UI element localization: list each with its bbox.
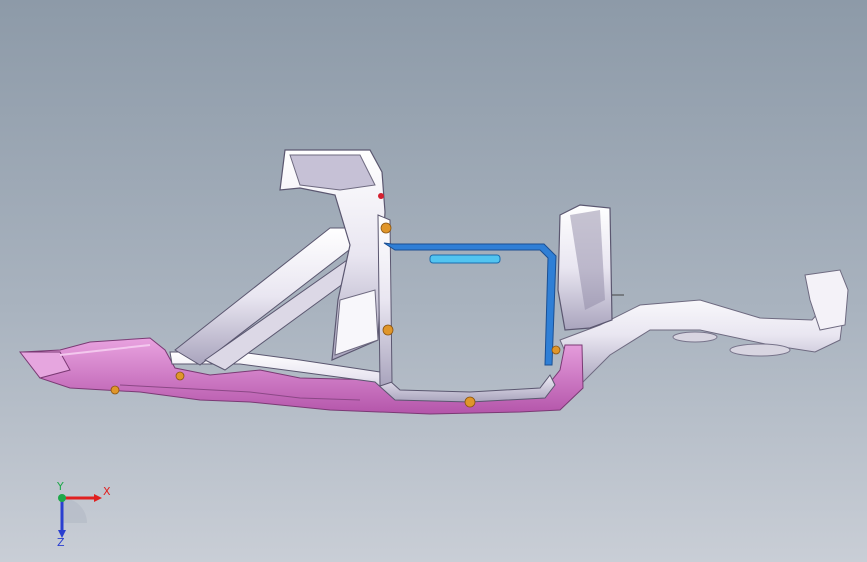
- rear-rail-mount[interactable]: [729, 343, 791, 357]
- orientation-triad[interactable]: X Y Z: [40, 478, 130, 549]
- triad-x-label: X: [103, 485, 111, 498]
- triad-shadow: [62, 498, 87, 523]
- rear-rail-mount[interactable]: [672, 331, 718, 343]
- cad-3d-viewport[interactable]: X Y Z: [0, 0, 867, 562]
- vertical-tube-left[interactable]: [377, 214, 393, 387]
- triad-y-label: Y: [56, 480, 64, 493]
- marker-point: [378, 193, 384, 199]
- triad-z-label: Z: [57, 536, 65, 548]
- y-axis-dot: [58, 494, 66, 502]
- channel-highlight: [429, 254, 501, 264]
- frame-model[interactable]: [0, 0, 867, 562]
